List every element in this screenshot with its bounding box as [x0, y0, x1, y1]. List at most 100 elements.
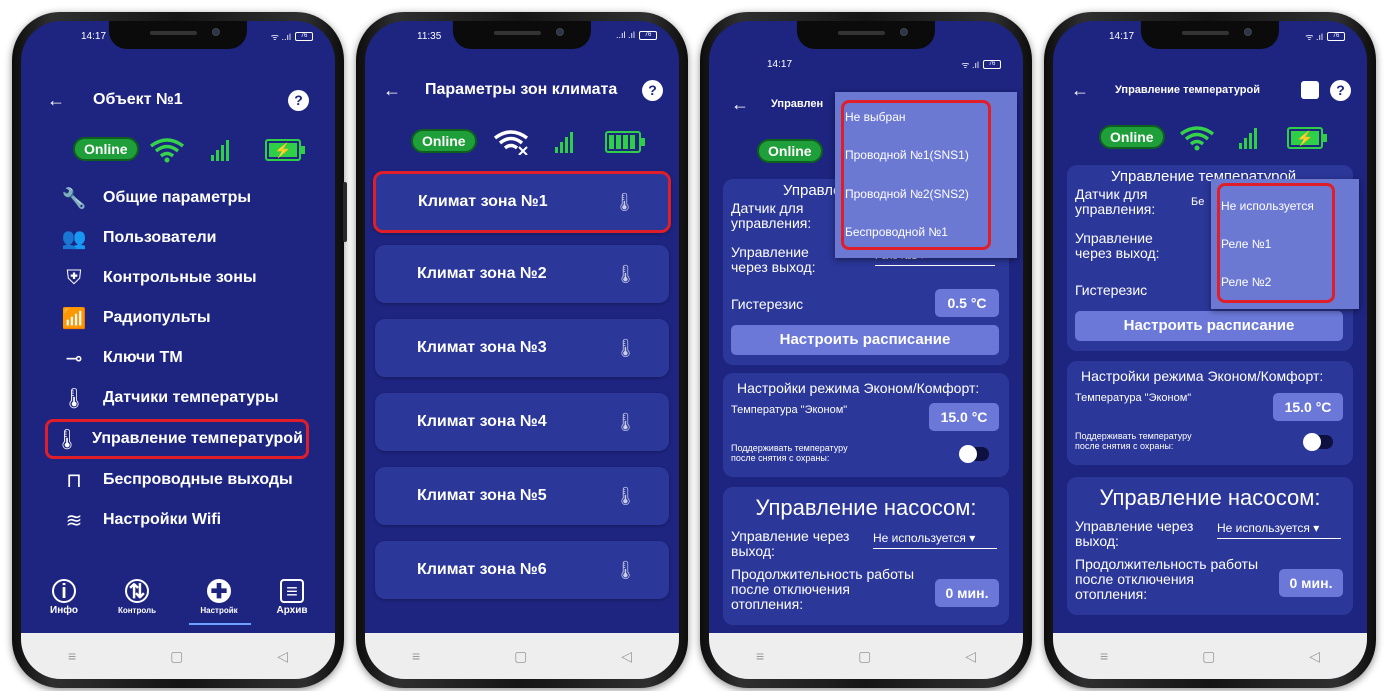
nav-active-indicator: [189, 623, 251, 625]
home-icon[interactable]: ▢: [1202, 648, 1215, 665]
keep-temp-toggle[interactable]: [1303, 433, 1333, 451]
pump-card: Управление насосом: Управление через вых…: [1067, 477, 1353, 615]
duration-value[interactable]: 0 мин.: [1279, 569, 1343, 597]
system-back-icon[interactable]: ◁: [965, 648, 976, 665]
system-back-icon[interactable]: ◁: [621, 648, 632, 665]
battery-charging-icon: ⚡: [265, 139, 305, 161]
thermostat-icon: 🌡: [614, 559, 637, 580]
back-arrow-icon[interactable]: ←: [1071, 80, 1089, 101]
sensor-option-wireless-1[interactable]: Беспроводной №1: [845, 225, 948, 239]
wifi-icon: [149, 137, 185, 168]
output-label: Управление через выход:: [731, 244, 816, 275]
menu-item-remotes[interactable]: 📶 Радиопульты: [41, 301, 315, 335]
climate-zone-4[interactable]: Климат зона №4 🌡: [375, 393, 669, 451]
eco-temp-value[interactable]: 15.0 °C: [1273, 393, 1343, 421]
climate-zone-5[interactable]: Климат зона №5 🌡: [375, 467, 669, 525]
output-option-relay-2[interactable]: Реле №2: [1221, 275, 1271, 289]
menu-label: Беспроводные выходы: [103, 471, 293, 488]
users-icon: 👥: [61, 227, 87, 250]
device-status-row: Online ⚡: [1053, 125, 1367, 155]
help-icon[interactable]: ?: [642, 79, 663, 101]
pump-output-select[interactable]: Не используется ▾: [1217, 521, 1341, 539]
nav-info[interactable]: i Инфо: [39, 579, 89, 616]
sensor-label: Датчик для управления:: [1075, 186, 1156, 217]
duration-value[interactable]: 0 мин.: [935, 579, 999, 607]
menu-label: Настройки Wifi: [103, 511, 222, 528]
clock: 14:17: [81, 31, 107, 42]
signal-bars-icon: [1239, 127, 1257, 149]
page-title: Управлен: [771, 98, 824, 110]
zone-label: Климат зона №3: [417, 339, 547, 356]
output-option-relay-1[interactable]: Реле №1: [1221, 237, 1271, 251]
zone-label: Климат зона №1: [418, 193, 548, 210]
sensor-option-none[interactable]: Не выбран: [845, 110, 906, 124]
device-status-row: Online: [365, 129, 679, 159]
bottom-nav: i Инфо ⇅ Контроль ✚ Настройк ≡ Архив: [21, 579, 335, 629]
signal-icon: ᯤ .ıl 76: [961, 58, 1001, 71]
hysteresis-value[interactable]: 0.5 °C: [935, 289, 999, 317]
nav-label: Архив: [276, 605, 308, 616]
system-nav-bar: ≡ ▢ ◁: [365, 633, 679, 679]
recents-icon[interactable]: ≡: [412, 648, 420, 664]
nav-control[interactable]: ⇅ Контроль: [109, 579, 165, 616]
notch: [452, 21, 592, 49]
menu-item-zones[interactable]: ⛨ Контрольные зоны: [41, 261, 315, 295]
menu-item-wireless-outputs[interactable]: ⊓ Беспроводные выходы: [41, 463, 315, 497]
menu-item-keys[interactable]: ⊸ Ключи ТМ: [41, 341, 315, 375]
sensor-label: Датчик для управления:: [731, 200, 812, 231]
menu-label: Радиопульты: [103, 309, 211, 326]
duration-label: Продолжительность работы после отключени…: [1075, 556, 1259, 602]
pump-title: Управление насосом:: [1099, 485, 1321, 510]
recents-icon[interactable]: ≡: [1100, 648, 1108, 664]
wifi-icon: [1179, 125, 1215, 156]
recents-icon[interactable]: ≡: [68, 648, 76, 664]
control-icon: ⇅: [125, 579, 149, 603]
eco-comfort-card: Настройки режима Эконом/Комфорт: Темпера…: [723, 373, 1009, 477]
home-icon[interactable]: ▢: [170, 648, 183, 665]
sensor-option-wired-1[interactable]: Проводной №1(SNS1): [845, 148, 969, 162]
system-back-icon[interactable]: ◁: [1309, 648, 1320, 665]
home-icon[interactable]: ▢: [858, 648, 871, 665]
schedule-button[interactable]: Настроить расписание: [1075, 311, 1343, 341]
menu-label: Ключи ТМ: [103, 349, 183, 366]
page-title: Параметры зон климата: [425, 81, 618, 98]
eco-temp-value[interactable]: 15.0 °C: [929, 403, 999, 431]
help-icon[interactable]: ?: [288, 89, 309, 111]
save-icon[interactable]: [1301, 81, 1319, 99]
menu-item-general[interactable]: 🔧 Общие параметры: [41, 181, 315, 215]
nav-settings[interactable]: ✚ Настройк: [191, 579, 247, 616]
help-icon[interactable]: ?: [1330, 79, 1351, 101]
nav-archive[interactable]: ≡ Архив: [267, 579, 317, 616]
menu-item-temp-sensors[interactable]: 🌡 Датчики температуры: [41, 381, 315, 415]
output-option-none[interactable]: Не используется: [1221, 199, 1314, 213]
sensor-value[interactable]: Бе: [1191, 195, 1204, 210]
climate-zone-2[interactable]: Климат зона №2 🌡: [375, 245, 669, 303]
settings-icon: ✚: [207, 579, 231, 603]
app-bar: ← Объект №1 ?: [21, 83, 335, 117]
keep-temp-toggle[interactable]: [959, 445, 989, 463]
pump-output-select[interactable]: Не используется ▾: [873, 531, 997, 549]
system-nav-bar: ≡ ▢ ◁: [709, 633, 1023, 679]
screen-temp-control-output-popup: 14:17 ᯤ .ıl 76 ← Управление температурой…: [1053, 21, 1367, 679]
back-arrow-icon[interactable]: ←: [383, 80, 401, 101]
clock: 14:17: [767, 59, 793, 70]
card-title: Управле: [783, 182, 842, 199]
system-back-icon[interactable]: ◁: [277, 648, 288, 665]
home-icon[interactable]: ▢: [514, 648, 527, 665]
climate-zone-3[interactable]: Климат зона №3 🌡: [375, 319, 669, 377]
zone-label: Климат зона №2: [417, 265, 547, 282]
menu-item-temp-control[interactable]: 🌡 Управление температурой: [45, 419, 309, 459]
menu-item-wifi[interactable]: ≋ Настройки Wifi: [41, 503, 315, 537]
online-badge: Online: [1099, 125, 1165, 149]
clock: 14:17: [1109, 31, 1135, 42]
hysteresis-label: Гистерезис: [1075, 282, 1148, 298]
menu-item-users[interactable]: 👥 Пользователи: [41, 221, 315, 255]
thermometer-icon: 🌡: [61, 387, 87, 410]
climate-zone-1[interactable]: Климат зона №1 🌡: [373, 171, 671, 233]
sensor-option-wired-2[interactable]: Проводной №2(SNS2): [845, 187, 969, 201]
back-arrow-icon[interactable]: ←: [731, 94, 749, 115]
back-arrow-icon[interactable]: ←: [47, 90, 65, 111]
recents-icon[interactable]: ≡: [756, 648, 764, 664]
climate-zone-6[interactable]: Климат зона №6 🌡: [375, 541, 669, 599]
schedule-button[interactable]: Настроить расписание: [731, 325, 999, 355]
